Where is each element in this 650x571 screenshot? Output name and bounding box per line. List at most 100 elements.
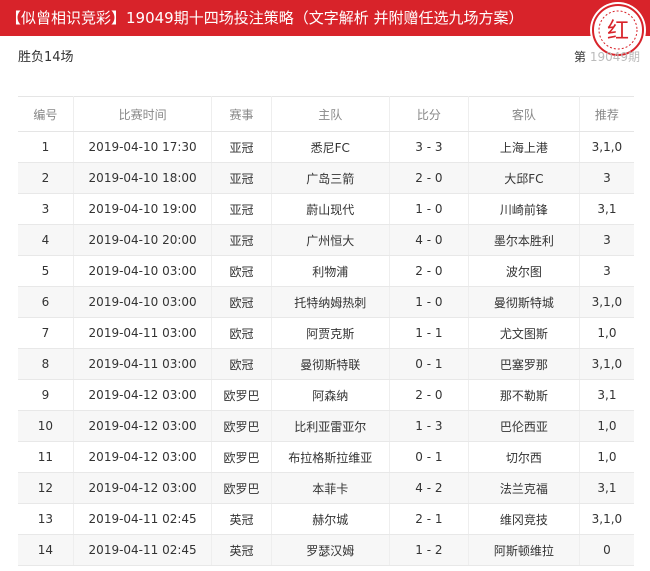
cell-recommendation: 1,0 [579, 317, 634, 349]
cell-recommendation: 3 [579, 255, 634, 287]
cell-home-team: 广州恒大 [271, 224, 390, 256]
table-row: 8 2019-04-11 03:00 欧冠 曼彻斯特联 0 - 1 巴塞罗那 3,1,0 [18, 348, 634, 380]
cell-number: 11 [18, 441, 74, 473]
cell-number: 6 [18, 286, 74, 318]
cell-away-team: 阿斯顿维拉 [468, 534, 580, 566]
cell-away-team: 尤文图斯 [468, 317, 580, 349]
cell-match-time: 2019-04-10 18:00 [73, 162, 213, 194]
cell-match-time: 2019-04-11 02:45 [73, 503, 213, 535]
cell-away-team: 巴塞罗那 [468, 348, 580, 380]
cell-league: 欧罗巴 [211, 441, 272, 473]
header-score: 比分 [389, 96, 469, 132]
header-home-team: 主队 [271, 96, 390, 132]
brand-logo-glyph: 红 [607, 19, 629, 44]
cell-match-time: 2019-04-11 03:00 [73, 348, 213, 380]
header-league: 赛事 [211, 96, 272, 132]
cell-score: 4 - 2 [389, 472, 469, 504]
cell-score: 2 - 0 [389, 255, 469, 287]
cell-match-time: 2019-04-12 03:00 [73, 410, 213, 442]
cell-league: 欧罗巴 [211, 410, 272, 442]
table-row: 5 2019-04-10 03:00 欧冠 利物浦 2 - 0 波尔图 3 [18, 255, 634, 287]
lottery-type-label: 胜负14场 [18, 50, 74, 65]
cell-home-team: 曼彻斯特联 [271, 348, 390, 380]
cell-away-team: 维冈竞技 [468, 503, 580, 535]
cell-league: 亚冠 [211, 193, 272, 225]
article-title-banner: 【似曾相识竞彩】19049期十四场投注策略（文字解析 并附赠任选九场方案） [0, 0, 650, 36]
cell-number: 9 [18, 379, 74, 411]
cell-home-team: 布拉格斯拉维亚 [271, 441, 390, 473]
cell-match-time: 2019-04-11 03:00 [73, 317, 213, 349]
cell-league: 英冠 [211, 503, 272, 535]
cell-away-team: 川崎前锋 [468, 193, 580, 225]
header-number: 编号 [18, 96, 74, 132]
cell-away-team: 切尔西 [468, 441, 580, 473]
cell-away-team: 那不勒斯 [468, 379, 580, 411]
cell-home-team: 蔚山现代 [271, 193, 390, 225]
cell-recommendation: 1,0 [579, 441, 634, 473]
period-number: 19049期 [589, 50, 640, 64]
cell-number: 13 [18, 503, 74, 535]
cell-recommendation: 1,0 [579, 410, 634, 442]
cell-away-team: 波尔图 [468, 255, 580, 287]
cell-recommendation: 3,1,0 [579, 286, 634, 318]
table-header-row: 编号 比赛时间 赛事 主队 比分 客队 推荐 [18, 96, 634, 132]
cell-recommendation: 3,1,0 [579, 131, 634, 163]
cell-league: 欧冠 [211, 317, 272, 349]
cell-home-team: 利物浦 [271, 255, 390, 287]
brand-logo-icon: 红 [598, 10, 638, 50]
table-row: 4 2019-04-10 20:00 亚冠 广州恒大 4 - 0 墨尔本胜利 3 [18, 224, 634, 256]
cell-score: 1 - 3 [389, 410, 469, 442]
cell-match-time: 2019-04-11 02:45 [73, 534, 213, 566]
cell-home-team: 赫尔城 [271, 503, 390, 535]
cell-recommendation: 3 [579, 224, 634, 256]
table-row: 11 2019-04-12 03:00 欧罗巴 布拉格斯拉维亚 0 - 1 切尔西 1,0 [18, 441, 634, 473]
cell-number: 4 [18, 224, 74, 256]
cell-match-time: 2019-04-10 03:00 [73, 286, 213, 318]
cell-number: 10 [18, 410, 74, 442]
cell-number: 8 [18, 348, 74, 380]
header-recommendation: 推荐 [579, 96, 634, 132]
cell-match-time: 2019-04-10 17:30 [73, 131, 213, 163]
cell-score: 4 - 0 [389, 224, 469, 256]
cell-match-time: 2019-04-10 20:00 [73, 224, 213, 256]
cell-score: 1 - 0 [389, 193, 469, 225]
cell-number: 14 [18, 534, 74, 566]
table-row: 6 2019-04-10 03:00 欧冠 托特纳姆热刺 1 - 0 曼彻斯特城 3,1,0 [18, 286, 634, 318]
cell-home-team: 悉尼FC [271, 131, 390, 163]
cell-away-team: 法兰克福 [468, 472, 580, 504]
table-row: 7 2019-04-11 03:00 欧冠 阿贾克斯 1 - 1 尤文图斯 1,0 [18, 317, 634, 349]
cell-score: 1 - 2 [389, 534, 469, 566]
header-match-time: 比赛时间 [73, 96, 213, 132]
cell-number: 7 [18, 317, 74, 349]
cell-home-team: 阿贾克斯 [271, 317, 390, 349]
cell-league: 欧罗巴 [211, 379, 272, 411]
cell-match-time: 2019-04-12 03:00 [73, 472, 213, 504]
cell-match-time: 2019-04-10 03:00 [73, 255, 213, 287]
table-row: 13 2019-04-11 02:45 英冠 赫尔城 2 - 1 维冈竞技 3,1,0 [18, 503, 634, 535]
cell-home-team: 阿森纳 [271, 379, 390, 411]
cell-recommendation: 3,1 [579, 379, 634, 411]
cell-league: 亚冠 [211, 224, 272, 256]
table-row: 14 2019-04-11 02:45 英冠 罗瑟汉姆 1 - 2 阿斯顿维拉 0 [18, 534, 634, 566]
table-row: 2 2019-04-10 18:00 亚冠 广岛三箭 2 - 0 大邱FC 3 [18, 162, 634, 194]
cell-recommendation: 3,1,0 [579, 348, 634, 380]
table-row: 9 2019-04-12 03:00 欧罗巴 阿森纳 2 - 0 那不勒斯 3,1 [18, 379, 634, 411]
cell-number: 5 [18, 255, 74, 287]
cell-league: 亚冠 [211, 162, 272, 194]
match-table: 编号 比赛时间 赛事 主队 比分 客队 推荐 1 2019-04-10 17:30… [18, 96, 634, 566]
cell-number: 3 [18, 193, 74, 225]
period-prefix: 第 [573, 50, 586, 64]
cell-score: 1 - 1 [389, 317, 469, 349]
cell-league: 欧罗巴 [211, 472, 272, 504]
cell-score: 2 - 1 [389, 503, 469, 535]
cell-score: 0 - 1 [389, 441, 469, 473]
cell-score: 2 - 0 [389, 162, 469, 194]
cell-number: 2 [18, 162, 74, 194]
cell-score: 0 - 1 [389, 348, 469, 380]
cell-league: 亚冠 [211, 131, 272, 163]
cell-league: 欧冠 [211, 286, 272, 318]
cell-match-time: 2019-04-12 03:00 [73, 441, 213, 473]
table-row: 3 2019-04-10 19:00 亚冠 蔚山现代 1 - 0 川崎前锋 3,1 [18, 193, 634, 225]
table-row: 12 2019-04-12 03:00 欧罗巴 本菲卡 4 - 2 法兰克福 3,1 [18, 472, 634, 504]
cell-home-team: 广岛三箭 [271, 162, 390, 194]
